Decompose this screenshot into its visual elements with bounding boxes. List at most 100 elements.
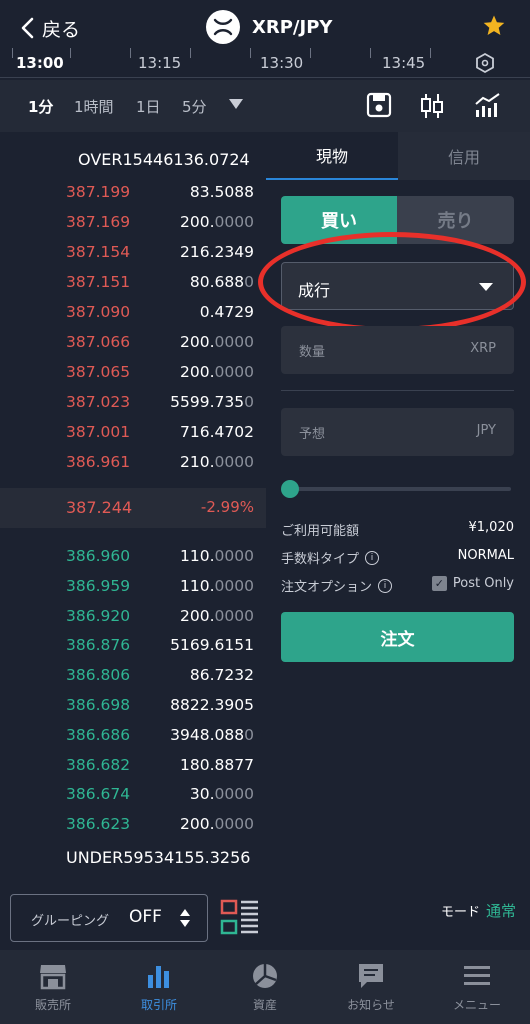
nav-label: お知らせ [347, 998, 395, 1012]
order-quantity-main: 80.688 [189, 273, 245, 291]
under-volume: UNDER59534155.3256 [66, 848, 251, 867]
interval-1day[interactable]: 1日 [136, 96, 161, 117]
option-row: 注文オプション i ✓ Post Only [281, 574, 514, 596]
bid-row[interactable]: 386.920 200.0000 [0, 601, 266, 631]
bid-row[interactable]: 386.686 3948.0880 [0, 720, 266, 750]
order-quantity-trailing: 0000 [214, 815, 254, 834]
order-quantity-trailing: 0 [244, 725, 254, 744]
over-volume: OVER15446136.0724 [78, 150, 250, 169]
order-price: 386.960 [66, 547, 131, 565]
quantity-input[interactable]: 数量 XRP [281, 326, 514, 374]
mode-toggle[interactable]: モード 通常 [441, 900, 516, 921]
nav-item-exchange[interactable]: 取引所 [106, 950, 212, 1024]
chart-time-axis[interactable]: 13:00 13:15 13:30 13:45 [0, 48, 530, 78]
ask-row[interactable]: 387.065 200.0000 [0, 357, 266, 387]
order-quantity-main: 8822.3905 [170, 696, 254, 714]
order-price: 386.959 [66, 576, 131, 595]
store-icon [40, 965, 66, 990]
nav-item-assets[interactable]: 資産 [212, 950, 318, 1024]
available-label: ご利用可能額 [281, 524, 360, 539]
tick-mark [130, 48, 131, 58]
info-icon[interactable]: i [365, 550, 380, 565]
place-order-button[interactable]: 注文 [281, 612, 514, 662]
bid-row[interactable]: 386.623 200.0000 [0, 809, 266, 839]
time-label: 13:15 [138, 54, 182, 72]
ask-row[interactable]: 387.151 80.6880 [0, 267, 266, 297]
back-button[interactable]: 戻る [20, 12, 80, 44]
order-quantity-trailing: 0 [244, 273, 254, 291]
divider [281, 390, 514, 391]
buy-button[interactable]: 買い [281, 196, 397, 244]
time-label: 13:45 [382, 54, 426, 72]
bid-row[interactable]: 386.959 110.0000 [0, 571, 266, 601]
sort-arrows-icon [180, 909, 190, 927]
ask-row[interactable]: 387.023 5599.7350 [0, 387, 266, 417]
nav-item-menu[interactable]: メニュー [424, 950, 530, 1024]
sell-button[interactable]: 売り [397, 196, 514, 244]
interval-dropdown-icon[interactable] [228, 98, 244, 110]
bid-row[interactable]: 386.682 180.8877 [0, 750, 266, 780]
interval-1hour[interactable]: 1時間 [74, 96, 114, 117]
ask-row[interactable]: 387.090 0.4729 [0, 297, 266, 327]
order-quantity-trailing: 0000 [214, 606, 254, 625]
ask-row[interactable]: 387.001 716.4702 [0, 417, 266, 447]
order-price: 387.090 [66, 303, 131, 321]
info-icon[interactable]: i [378, 578, 393, 593]
order-quantity: 110.0000 [180, 547, 254, 565]
grouping-select[interactable]: グルーピング OFF [10, 894, 208, 942]
estimate-placeholder: 予想 [299, 427, 326, 442]
side-toggle: 買い 売り [281, 196, 514, 244]
price-change: -2.99% [200, 498, 254, 516]
save-icon[interactable] [366, 92, 392, 118]
bid-row[interactable]: 386.674 30.0000 [0, 779, 266, 809]
ask-row[interactable]: 387.154 216.2349 [0, 237, 266, 267]
slider-handle[interactable] [281, 480, 299, 498]
pair-selector[interactable]: XRP/JPY [206, 10, 332, 44]
post-only-label: Post Only [452, 576, 514, 591]
fee-label-group: 手数料タイプ i [281, 548, 380, 567]
available-value: ¥1,020 [468, 520, 515, 535]
hamburger-menu-icon [464, 966, 490, 985]
bid-row[interactable]: 386.698 8822.3905 [0, 690, 266, 720]
order-type-select[interactable]: 成行 [281, 262, 514, 310]
ask-row[interactable]: 387.066 200.0000 [0, 327, 266, 357]
settings-hexagon-icon[interactable] [474, 52, 496, 74]
order-quantity: 83.5088 [190, 183, 254, 201]
quantity-placeholder: 数量 [299, 345, 326, 360]
estimate-input[interactable]: 予想 JPY [281, 408, 514, 456]
nav-item-notices[interactable]: お知らせ [318, 950, 424, 1024]
bid-row[interactable]: 386.876 5169.6151 [0, 630, 266, 660]
interval-5min[interactable]: 5分 [182, 96, 207, 117]
order-price: 386.920 [66, 606, 131, 625]
fee-label: 手数料タイプ [281, 552, 360, 567]
order-quantity: 200.0000 [180, 815, 254, 833]
order-quantity-main: 86.7232 [189, 666, 254, 685]
ask-row[interactable]: 386.961 210.0000 [0, 447, 266, 477]
bid-row[interactable]: 386.806 86.7232 [0, 660, 266, 690]
favorite-star-icon[interactable] [482, 14, 506, 38]
checkbox-checked-icon: ✓ [431, 576, 447, 591]
estimate-unit: JPY [476, 423, 496, 438]
slider-track [287, 487, 511, 491]
order-book-layout-icon[interactable] [220, 898, 260, 938]
order-price: 386.686 [66, 725, 131, 744]
amount-slider[interactable] [281, 478, 514, 500]
pie-chart-icon [253, 964, 277, 988]
indicator-chart-icon[interactable] [474, 92, 502, 118]
order-quantity: 716.4702 [180, 423, 254, 441]
interval-1min[interactable]: 1分 [28, 96, 53, 117]
order-quantity: 3948.0880 [170, 726, 254, 744]
bid-row[interactable]: 386.960 110.0000 [0, 541, 266, 571]
candlestick-icon[interactable] [420, 92, 444, 120]
nav-item-sales-office[interactable]: 販売所 [0, 950, 106, 1024]
tick-mark [370, 48, 371, 58]
post-only-checkbox[interactable]: ✓ Post Only [431, 576, 514, 591]
order-price: 386.806 [66, 666, 131, 685]
order-quantity-trailing: 0000 [214, 785, 254, 804]
order-quantity-main: 210. [180, 453, 215, 471]
ask-row[interactable]: 387.199 83.5088 [0, 177, 266, 207]
ask-row[interactable]: 387.169 200.0000 [0, 207, 266, 237]
order-quantity: 200.0000 [180, 363, 254, 381]
tab-margin[interactable]: 信用 [398, 132, 530, 180]
tab-spot[interactable]: 現物 [266, 132, 398, 180]
